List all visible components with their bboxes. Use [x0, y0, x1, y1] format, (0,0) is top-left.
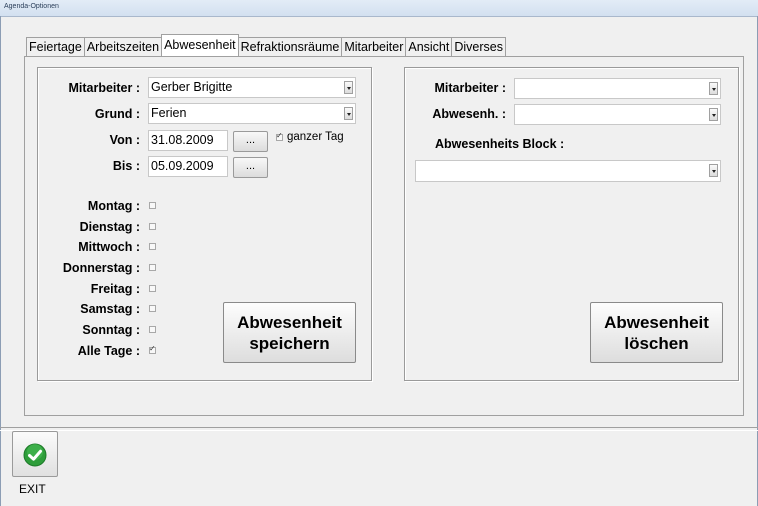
tab-ansicht[interactable]: Ansicht: [405, 37, 453, 56]
tab-feiertage[interactable]: Feiertage: [26, 37, 85, 56]
window-titlebar: Agenda-Optionen: [0, 0, 758, 17]
day-checkbox-alle-tage[interactable]: [149, 344, 156, 354]
von-date-picker-button[interactable]: ...: [233, 131, 268, 152]
grund-select[interactable]: Ferien: [148, 103, 356, 124]
day-label-montag: Montag :: [87, 199, 140, 213]
left-mitarbeiter-select[interactable]: Gerber Brigitte: [148, 77, 356, 98]
day-label-samstag: Samstag :: [80, 302, 140, 316]
abwesenh-select[interactable]: [514, 104, 721, 125]
delete-absence-button-line1: Abwesenheit: [604, 313, 709, 332]
tab-diverses[interactable]: Diverses: [451, 37, 506, 56]
tab-mitarbeiter[interactable]: Mitarbeiter: [341, 37, 407, 56]
day-checkbox-donnerstag[interactable]: [149, 264, 156, 271]
day-label-freitag: Freitag :: [90, 282, 140, 296]
absence-block-label: Abwesenheits Block :: [435, 137, 565, 151]
day-checkbox-mittwoch[interactable]: [149, 243, 156, 250]
day-label-sonntag: Sonntag :: [82, 323, 140, 337]
day-checkbox-samstag[interactable]: [149, 305, 156, 312]
tab-arbeitszeiten[interactable]: Arbeitszeiten: [83, 37, 163, 56]
ganzer-tag-checkbox[interactable]: [276, 131, 283, 141]
absence-block-select[interactable]: [415, 160, 721, 182]
von-label: Von :: [109, 133, 140, 147]
tab-abwesenheit[interactable]: Abwesenheit: [161, 34, 239, 56]
right-mitarbeiter-select[interactable]: [514, 78, 721, 99]
chevron-down-icon[interactable]: [344, 107, 353, 120]
day-label-dienstag: Dienstag :: [79, 220, 140, 234]
exit-button[interactable]: [12, 431, 58, 477]
day-checkbox-freitag[interactable]: [149, 285, 156, 292]
footer-divider: [0, 427, 758, 431]
day-label-mittwoch: Mittwoch :: [78, 240, 140, 254]
grund-label: Grund :: [94, 107, 140, 121]
save-absence-button-line2: speichern: [249, 334, 330, 353]
tab-refraktionsraeume[interactable]: Refraktionsräume: [237, 37, 343, 56]
day-checkbox-dienstag[interactable]: [149, 223, 156, 230]
delete-absence-button-line2: löschen: [624, 334, 689, 353]
delete-absence-button[interactable]: Abwesenheit löschen: [590, 302, 723, 363]
day-checkbox-montag[interactable]: [149, 202, 156, 209]
window-title: Agenda-Optionen: [4, 3, 59, 10]
save-absence-button-line1: Abwesenheit: [237, 313, 342, 332]
chevron-down-icon[interactable]: [709, 108, 718, 121]
grund-value: Ferien: [151, 106, 187, 120]
left-mitarbeiter-value: Gerber Brigitte: [151, 80, 233, 94]
bis-date-input[interactable]: 05.09.2009: [148, 156, 228, 177]
window-border-left: [0, 16, 1, 506]
abwesenh-label: Abwesenh. :: [432, 107, 506, 121]
chevron-down-icon[interactable]: [709, 164, 718, 177]
day-label-alle-tage: Alle Tage :: [77, 344, 140, 358]
bis-date-picker-button[interactable]: ...: [233, 157, 268, 178]
exit-label: EXIT: [19, 482, 46, 496]
von-date-input[interactable]: 31.08.2009: [148, 130, 228, 151]
chevron-down-icon[interactable]: [709, 82, 718, 95]
day-label-donnerstag: Donnerstag :: [62, 261, 140, 275]
save-absence-button[interactable]: Abwesenheit speichern: [223, 302, 356, 363]
chevron-down-icon[interactable]: [344, 81, 353, 94]
green-check-icon: [23, 443, 47, 467]
day-checkbox-sonntag[interactable]: [149, 326, 156, 333]
tab-strip: Feiertage Arbeitszeiten Abwesenheit Refr…: [26, 34, 506, 56]
right-mitarbeiter-label: Mitarbeiter :: [434, 81, 506, 95]
bis-label: Bis :: [112, 159, 140, 173]
left-mitarbeiter-label: Mitarbeiter :: [68, 81, 140, 95]
ganzer-tag-label: ganzer Tag: [287, 131, 344, 143]
